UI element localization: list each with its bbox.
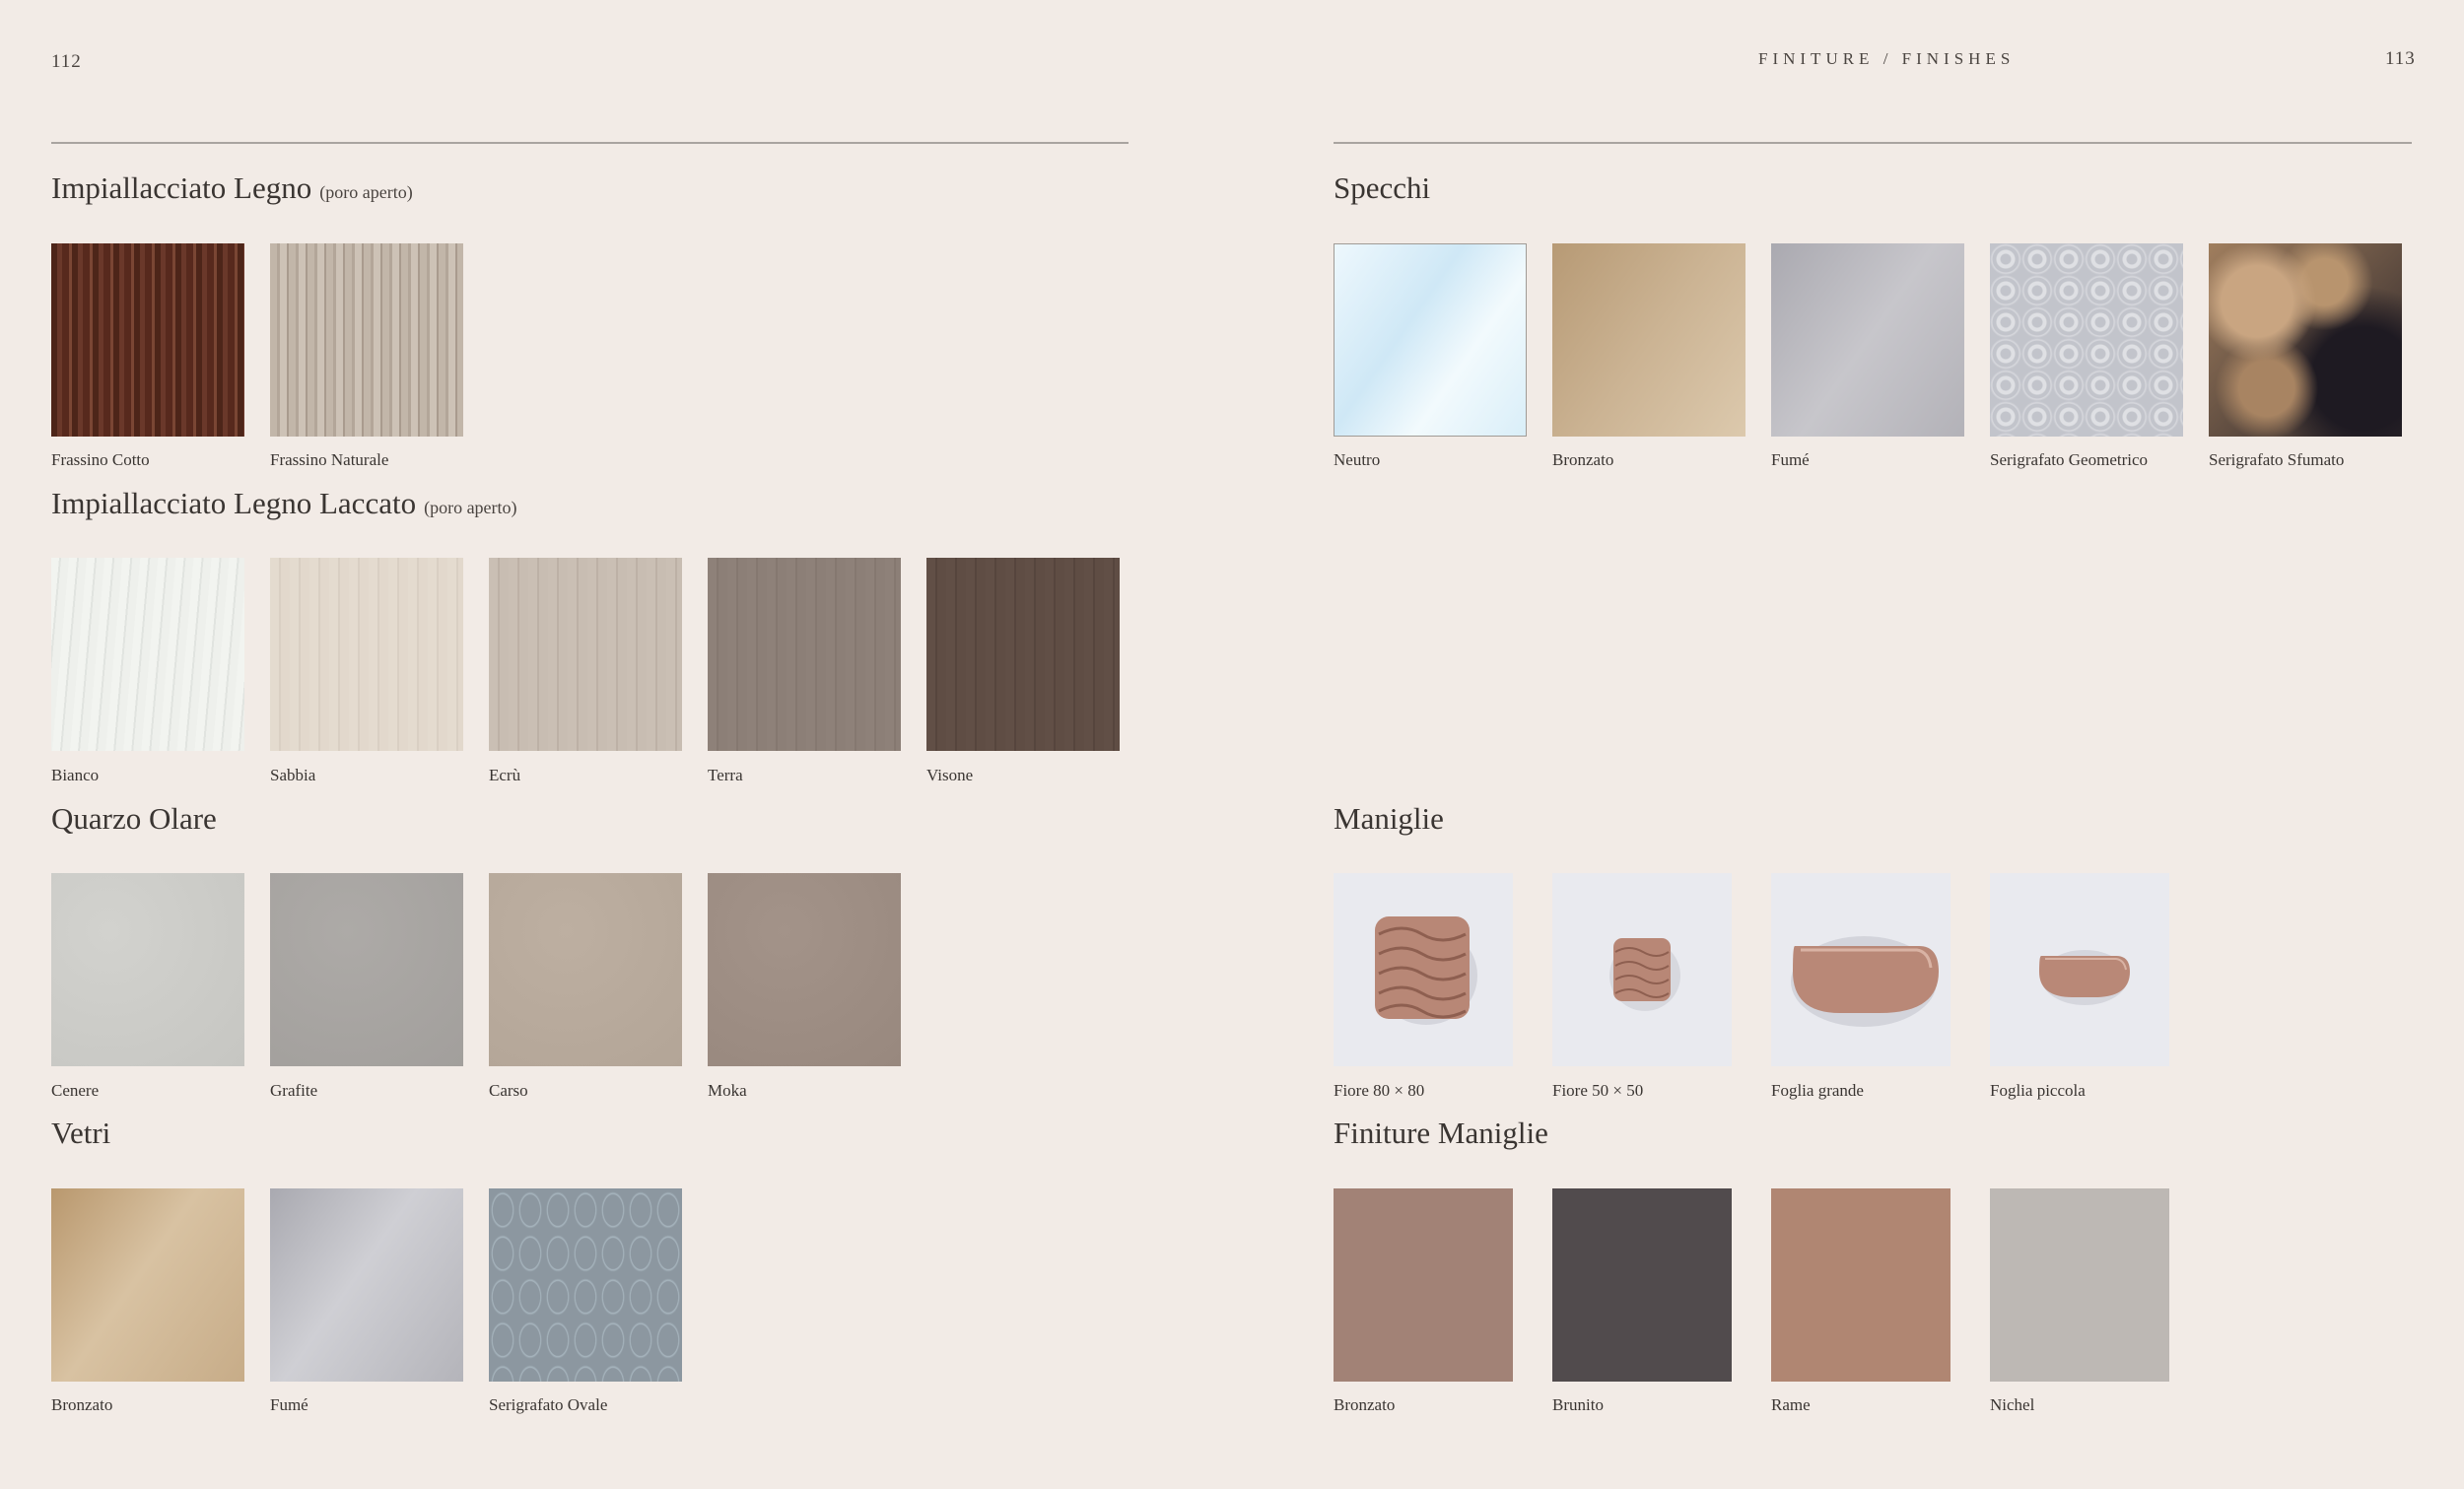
swatch-label: Grafite bbox=[270, 1081, 318, 1100]
swatch-frassino-naturale[interactable] bbox=[270, 243, 463, 437]
handle-fiore-50[interactable] bbox=[1552, 873, 1732, 1066]
swatch-label: Frassino Naturale bbox=[270, 450, 389, 469]
right-divider bbox=[1334, 142, 2412, 144]
swatch-grafite[interactable] bbox=[270, 873, 463, 1066]
swatch-finitura-nichel[interactable] bbox=[1990, 1188, 2169, 1382]
section-title: Vetri bbox=[51, 1116, 111, 1150]
swatch-label: Visone bbox=[926, 766, 974, 784]
swatch-label: Bronzato bbox=[1334, 1395, 1396, 1414]
section-title: Finiture Maniglie bbox=[1334, 1116, 1548, 1150]
swatch-frassino-cotto[interactable] bbox=[51, 243, 244, 437]
swatch-carso[interactable] bbox=[489, 873, 682, 1066]
page-header-title: FINITURE / FINISHES bbox=[1758, 49, 2016, 68]
swatch-label: Sabbia bbox=[270, 766, 316, 784]
swatch-finitura-brunito[interactable] bbox=[1552, 1188, 1732, 1382]
swatch-terra[interactable] bbox=[708, 558, 901, 751]
swatch-label: Serigrafato Ovale bbox=[489, 1395, 608, 1414]
swatch-specchi-bronzato[interactable] bbox=[1552, 243, 1745, 437]
swatch-label: Moka bbox=[708, 1081, 747, 1100]
swatch-vetri-fume[interactable] bbox=[270, 1188, 463, 1382]
swatch-label: Terra bbox=[708, 766, 743, 784]
swatch-label: Fumé bbox=[270, 1395, 308, 1414]
swatch-serigrafato-sfumato[interactable] bbox=[2209, 243, 2402, 437]
left-divider bbox=[51, 142, 1129, 144]
swatch-sabbia[interactable] bbox=[270, 558, 463, 751]
section-subtitle: (poro aperto) bbox=[424, 498, 517, 517]
swatch-label: Foglia grande bbox=[1771, 1081, 1864, 1100]
section-title: Specchi bbox=[1334, 170, 1431, 205]
leaf-handle-small-icon bbox=[2039, 950, 2130, 1005]
swatch-vetri-bronzato[interactable] bbox=[51, 1188, 244, 1382]
swatch-cenere[interactable] bbox=[51, 873, 244, 1066]
swatch-finitura-bronzato[interactable] bbox=[1334, 1188, 1513, 1382]
left-page-number: 112 bbox=[51, 51, 82, 72]
right-page-number: 113 bbox=[2385, 48, 2416, 69]
swatch-visone[interactable] bbox=[926, 558, 1120, 751]
handle-fiore-80[interactable] bbox=[1334, 873, 1513, 1066]
swatch-ecru[interactable] bbox=[489, 558, 682, 751]
swatch-label: Fiore 50 × 50 bbox=[1552, 1081, 1644, 1100]
section-title: Maniglie bbox=[1334, 801, 1444, 836]
swatch-label: Serigrafato Geometrico bbox=[1990, 450, 2149, 469]
swatch-label: Neutro bbox=[1334, 450, 1381, 469]
section-title: Impiallacciato Legno (poro aperto) bbox=[51, 172, 413, 203]
swatch-label: Fiore 80 × 80 bbox=[1334, 1081, 1425, 1100]
section-title: Quarzo Olare bbox=[51, 801, 217, 836]
swatch-label: Bronzato bbox=[51, 1395, 113, 1414]
swatch-serigrafato-ovale[interactable] bbox=[489, 1188, 682, 1382]
swatch-label: Ecrù bbox=[489, 766, 521, 784]
swatch-label: Carso bbox=[489, 1081, 528, 1100]
swatch-label: Nichel bbox=[1990, 1395, 2035, 1414]
swatch-finitura-rame[interactable] bbox=[1771, 1188, 1951, 1382]
leaf-handle-icon bbox=[1791, 936, 1939, 1027]
swatch-label: Frassino Cotto bbox=[51, 450, 150, 469]
handle-foglia-grande[interactable] bbox=[1771, 873, 1951, 1066]
swatch-serigrafato-geometrico[interactable] bbox=[1990, 243, 2183, 437]
handle-foglia-piccola[interactable] bbox=[1990, 873, 2169, 1066]
swatch-label: Bronzato bbox=[1552, 450, 1614, 469]
swatch-bianco[interactable] bbox=[51, 558, 244, 751]
swatch-label: Serigrafato Sfumato bbox=[2209, 450, 2345, 469]
swatch-label: Bianco bbox=[51, 766, 100, 784]
swatch-specchi-neutro[interactable] bbox=[1334, 243, 1527, 437]
swatch-specchi-fume[interactable] bbox=[1771, 243, 1964, 437]
swatch-label: Cenere bbox=[51, 1081, 100, 1100]
section-title-text: Impiallacciato Legno bbox=[51, 170, 312, 205]
section-subtitle: (poro aperto) bbox=[319, 182, 413, 202]
swatch-label: Rame bbox=[1771, 1395, 1811, 1414]
square-handle-icon bbox=[1375, 916, 1477, 1025]
swatch-label: Brunito bbox=[1552, 1395, 1604, 1414]
swatch-label: Fumé bbox=[1771, 450, 1810, 469]
section-title: Impiallacciato Legno Laccato (poro aperto… bbox=[51, 488, 517, 518]
swatch-label: Foglia piccola bbox=[1990, 1081, 2086, 1100]
square-handle-small-icon bbox=[1609, 938, 1680, 1011]
section-title-text: Impiallacciato Legno Laccato bbox=[51, 486, 417, 520]
swatch-moka[interactable] bbox=[708, 873, 901, 1066]
